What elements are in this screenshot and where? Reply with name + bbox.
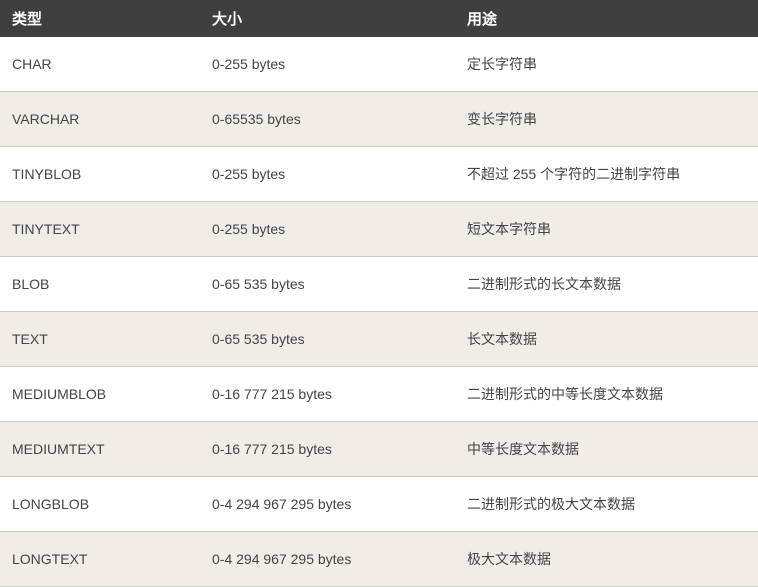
table-row: CHAR 0-255 bytes 定长字符串: [0, 37, 758, 92]
cell-size: 0-65535 bytes: [200, 92, 455, 147]
cell-size: 0-255 bytes: [200, 147, 455, 202]
cell-usage: 不超过 255 个字符的二进制字符串: [455, 147, 758, 202]
cell-usage: 极大文本数据: [455, 532, 758, 587]
cell-size: 0-255 bytes: [200, 202, 455, 257]
table-row: TINYTEXT 0-255 bytes 短文本字符串: [0, 202, 758, 257]
cell-size: 0-65 535 bytes: [200, 312, 455, 367]
cell-type: TINYTEXT: [0, 202, 200, 257]
table-row: BLOB 0-65 535 bytes 二进制形式的长文本数据: [0, 257, 758, 312]
table-row: LONGBLOB 0-4 294 967 295 bytes 二进制形式的极大文…: [0, 477, 758, 532]
cell-type: LONGTEXT: [0, 532, 200, 587]
cell-usage: 定长字符串: [455, 37, 758, 92]
cell-type: BLOB: [0, 257, 200, 312]
table-row: MEDIUMBLOB 0-16 777 215 bytes 二进制形式的中等长度…: [0, 367, 758, 422]
table-header: 类型 大小 用途: [0, 0, 758, 37]
cell-type: VARCHAR: [0, 92, 200, 147]
cell-size: 0-16 777 215 bytes: [200, 422, 455, 477]
cell-type: MEDIUMTEXT: [0, 422, 200, 477]
data-types-table: 类型 大小 用途 CHAR 0-255 bytes 定长字符串 VARCHAR …: [0, 0, 758, 587]
table-row: TINYBLOB 0-255 bytes 不超过 255 个字符的二进制字符串: [0, 147, 758, 202]
header-size: 大小: [200, 0, 455, 37]
cell-type: MEDIUMBLOB: [0, 367, 200, 422]
table-row: LONGTEXT 0-4 294 967 295 bytes 极大文本数据: [0, 532, 758, 587]
cell-usage: 二进制形式的极大文本数据: [455, 477, 758, 532]
cell-type: LONGBLOB: [0, 477, 200, 532]
cell-size: 0-65 535 bytes: [200, 257, 455, 312]
cell-usage: 变长字符串: [455, 92, 758, 147]
header-usage: 用途: [455, 0, 758, 37]
cell-size: 0-16 777 215 bytes: [200, 367, 455, 422]
table-row: TEXT 0-65 535 bytes 长文本数据: [0, 312, 758, 367]
table-row: VARCHAR 0-65535 bytes 变长字符串: [0, 92, 758, 147]
header-type: 类型: [0, 0, 200, 37]
cell-type: CHAR: [0, 37, 200, 92]
cell-usage: 长文本数据: [455, 312, 758, 367]
table-body: CHAR 0-255 bytes 定长字符串 VARCHAR 0-65535 b…: [0, 37, 758, 587]
cell-usage: 短文本字符串: [455, 202, 758, 257]
cell-size: 0-4 294 967 295 bytes: [200, 532, 455, 587]
cell-type: TEXT: [0, 312, 200, 367]
cell-size: 0-4 294 967 295 bytes: [200, 477, 455, 532]
cell-usage: 二进制形式的长文本数据: [455, 257, 758, 312]
cell-size: 0-255 bytes: [200, 37, 455, 92]
cell-usage: 二进制形式的中等长度文本数据: [455, 367, 758, 422]
cell-type: TINYBLOB: [0, 147, 200, 202]
table-row: MEDIUMTEXT 0-16 777 215 bytes 中等长度文本数据: [0, 422, 758, 477]
cell-usage: 中等长度文本数据: [455, 422, 758, 477]
